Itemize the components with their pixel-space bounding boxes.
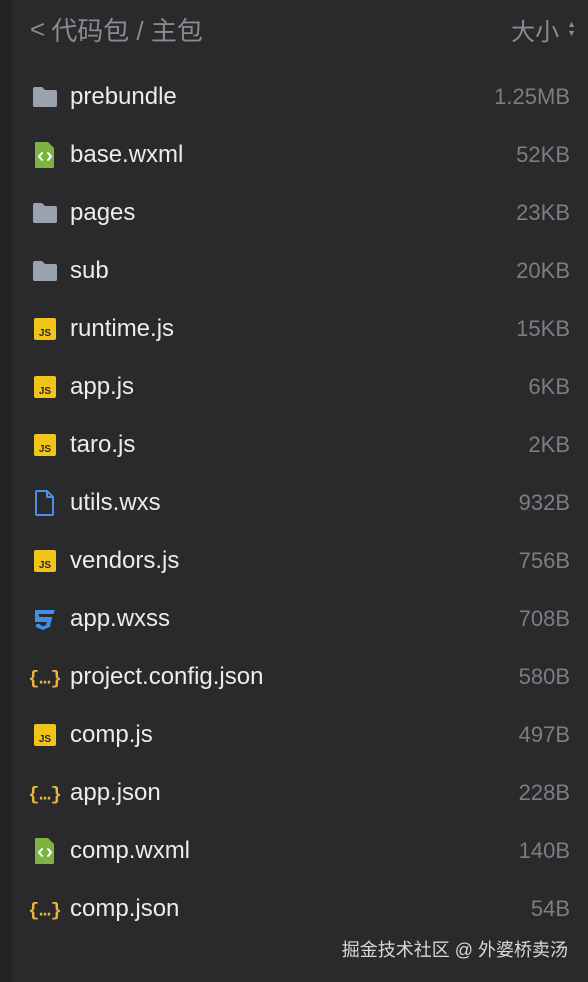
js-file-icon: JS [30,546,60,576]
js-file-icon: JS [30,720,60,750]
file-row[interactable]: JS runtime.js 15KB [12,300,588,358]
file-row[interactable]: {…} app.json 228B [12,764,588,822]
file-row[interactable]: comp.wxml 140B [12,822,588,880]
json-file-icon: {…} [30,894,60,924]
file-size: 15KB [516,316,570,341]
js-file-icon: JS [30,430,60,460]
file-name: taro.js [70,431,136,458]
breadcrumb[interactable]: < 代码包 / 主包 [30,11,203,48]
chevron-left-icon[interactable]: < [30,16,45,42]
file-name: utils.wxs [70,489,161,516]
file-size: 140B [518,838,570,863]
svg-text:JS: JS [39,386,52,397]
file-name: app.wxss [70,605,171,632]
wxml-file-icon [30,140,60,170]
svg-text:{…}: {…} [30,900,60,922]
file-size: 20KB [516,258,570,283]
panel-edge [0,0,12,982]
file-row[interactable]: utils.wxs 932B [12,474,588,532]
svg-text:JS: JS [39,328,52,339]
file-name: base.wxml [70,141,184,168]
js-file-icon: JS [30,314,60,344]
wxml-file-icon [30,836,60,866]
file-row[interactable]: prebundle 1.25MB [12,68,588,126]
file-row[interactable]: JS taro.js 2KB [12,416,588,474]
js-file-icon: JS [30,372,60,402]
file-row[interactable]: JS comp.js 497B [12,706,588,764]
file-row[interactable]: sub 20KB [12,242,588,300]
file-name: runtime.js [70,315,175,342]
file-size: 228B [518,780,570,805]
file-name: sub [70,257,109,284]
svg-text:{…}: {…} [30,784,60,806]
header: < 代码包 / 主包 大小 ▲ ▼ [12,0,588,58]
file-list: prebundle 1.25MB base.wxml 52KB pages 23KB sub… [12,68,588,938]
file-size: 2KB [528,432,570,457]
file-size: 497B [518,722,570,747]
file-name: prebundle [70,83,177,110]
document-icon [30,488,60,518]
file-size: 23KB [516,200,570,225]
svg-text:JS: JS [39,444,52,455]
breadcrumb-label: 代码包 / 主包 [51,15,203,46]
file-row[interactable]: pages 23KB [12,184,588,242]
file-size: 756B [518,548,570,573]
css-file-icon [30,604,60,634]
file-name: app.js [70,373,135,400]
file-size: 6KB [528,374,570,399]
folder-icon [30,256,60,286]
watermark: 掘金技术社区 @ 外婆桥卖汤 [341,940,568,960]
file-row[interactable]: JS vendors.js 756B [12,532,588,590]
file-row[interactable]: {…} comp.json 54B [12,880,588,938]
file-size: 708B [518,606,570,631]
json-file-icon: {…} [30,662,60,692]
file-row[interactable]: app.wxss 708B [12,590,588,648]
file-size: 932B [518,490,570,515]
svg-text:JS: JS [39,734,52,745]
svg-text:{…}: {…} [30,668,60,690]
file-name: app.json [70,779,161,806]
file-size: 580B [518,664,570,689]
file-size: 1.25MB [494,84,570,109]
folder-icon [30,82,60,112]
sort-arrows-icon: ▲ ▼ [567,19,576,38]
file-name: comp.js [70,721,153,748]
file-size: 54B [530,896,570,921]
file-name: vendors.js [70,547,180,574]
svg-text:JS: JS [39,560,52,571]
file-size: 52KB [516,142,570,167]
file-name: comp.wxml [70,837,191,864]
file-name: project.config.json [70,663,264,690]
file-row[interactable]: base.wxml 52KB [12,126,588,184]
json-file-icon: {…} [30,778,60,808]
file-name: comp.json [70,895,180,922]
sort-by-size-button[interactable]: 大小 ▲ ▼ [511,12,576,47]
file-row[interactable]: JS app.js 6KB [12,358,588,416]
file-name: pages [70,199,136,226]
folder-icon [30,198,60,228]
file-row[interactable]: {…} project.config.json 580B [12,648,588,706]
sort-label: 大小 [511,18,560,46]
